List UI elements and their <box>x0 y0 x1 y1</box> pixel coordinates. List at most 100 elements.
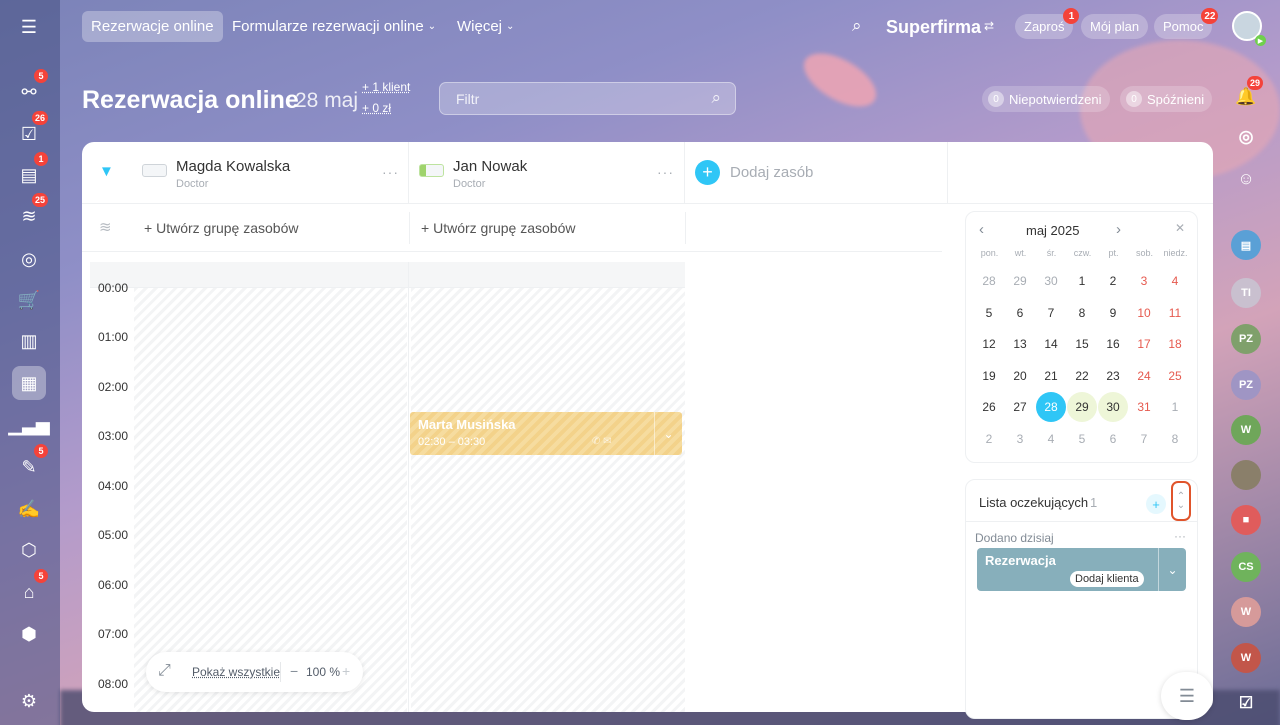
calendar-day[interactable]: 7 <box>1129 424 1159 454</box>
booking-card[interactable]: Marta Musińska 02:30 – 03:30 ⌄ ✆ ✉ <box>410 412 682 455</box>
show-all-button[interactable]: Pokaż wszystkie <box>192 665 280 679</box>
calendar-day[interactable]: 29 <box>1067 392 1097 422</box>
chevron-down-icon[interactable]: ⌄ <box>1158 548 1186 591</box>
cart-icon[interactable]: 🛒 <box>12 283 46 317</box>
avatar-photo[interactable] <box>1231 460 1261 490</box>
create-group-button[interactable]: + Utwórz grupę zasobów <box>144 220 298 236</box>
invite-button[interactable]: Zaproś 1 <box>1015 8 1080 39</box>
calendar-day[interactable]: 23 <box>1098 361 1128 391</box>
chat-group-icon[interactable]: ▤ <box>1231 230 1261 260</box>
avatar-pz[interactable]: PZ <box>1231 324 1261 354</box>
calendar-day[interactable]: 31 <box>1129 392 1159 422</box>
list-icon[interactable]: ☰ <box>1161 672 1213 720</box>
calendar-day[interactable]: 28 <box>1036 392 1066 422</box>
calendar-day[interactable]: 24 <box>1129 361 1159 391</box>
avatar-ti[interactable]: TI <box>1231 278 1261 308</box>
more-icon[interactable]: ··· <box>657 164 674 180</box>
calendar-day[interactable]: 22 <box>1067 361 1097 391</box>
crm-icon[interactable]: ⚯ 5 <box>12 69 48 109</box>
calendar-day[interactable]: 8 <box>1160 424 1190 454</box>
expand-icon[interactable]: ⤢ <box>158 662 171 680</box>
calendar-day[interactable]: 6 <box>1098 424 1128 454</box>
box-icon[interactable]: ⬢ <box>12 617 46 651</box>
avatar-w[interactable]: W <box>1231 415 1261 445</box>
tasks-icon[interactable]: ☑ 26 <box>12 111 48 151</box>
my-plan-button[interactable]: Mój plan <box>1081 14 1149 39</box>
calendar-day[interactable]: 16 <box>1098 329 1128 359</box>
calendar-day[interactable]: 11 <box>1160 298 1190 328</box>
inbox-icon[interactable]: ⌂ 5 <box>12 569 48 609</box>
calendar-day[interactable]: 20 <box>1005 361 1035 391</box>
avatar-pz-2[interactable]: PZ <box>1231 370 1261 400</box>
bell-icon[interactable]: 🔔 29 <box>1231 76 1263 112</box>
calendar-day[interactable]: 26 <box>974 392 1004 422</box>
calendar-day[interactable]: 4 <box>1036 424 1066 454</box>
search-icon[interactable]: ⌕ <box>711 88 721 108</box>
calendar-day[interactable]: 13 <box>1005 329 1035 359</box>
company-name[interactable]: Superfirma <box>886 17 981 38</box>
more-icon[interactable]: ··· <box>382 164 399 180</box>
calendar-day[interactable]: 10 <box>1129 298 1159 328</box>
target-icon[interactable]: ◎ <box>12 242 46 276</box>
collapse-icon[interactable]: ✕ <box>1175 221 1185 235</box>
feed-icon[interactable]: ≋ 25 <box>12 193 48 233</box>
money-stat[interactable]: + 0 zł <box>362 101 391 115</box>
add-to-waitlist-button[interactable]: + <box>1146 494 1166 514</box>
add-client-button[interactable]: Dodaj klienta <box>1070 571 1144 587</box>
clients-stat[interactable]: + 1 klient <box>362 80 410 94</box>
unavailable-area[interactable] <box>411 288 685 712</box>
add-resource-column[interactable]: + Dodaj zasób <box>685 142 948 204</box>
collapse-waitlist-button[interactable]: ⌃ ⌄ <box>1171 481 1191 521</box>
calendar-day[interactable]: 19 <box>974 361 1004 391</box>
create-group-button[interactable]: + Utwórz grupę zasobów <box>421 220 575 236</box>
chevron-down-icon[interactable]: ⌄ <box>654 412 682 455</box>
chat-icon[interactable]: ☺ <box>1231 164 1261 194</box>
calendar-day[interactable]: 1 <box>1160 392 1190 422</box>
calendar-day[interactable]: 18 <box>1160 329 1190 359</box>
waitlist-item[interactable]: Rezerwacja Dodaj klienta ⌄ <box>977 548 1186 591</box>
calendar-day[interactable]: 25 <box>1160 361 1190 391</box>
more-icon[interactable]: ··· <box>1174 529 1186 543</box>
tab-booking-forms[interactable]: Formularze rezerwacji online ⌄ <box>223 11 445 42</box>
search-icon[interactable]: ⌕ <box>852 16 862 36</box>
calendar-day[interactable]: 7 <box>1036 298 1066 328</box>
chevron-right-icon[interactable]: › <box>1116 221 1121 238</box>
calendar-day[interactable]: 5 <box>974 298 1004 328</box>
unavailable-area[interactable] <box>134 288 407 712</box>
calendar-day[interactable]: 8 <box>1067 298 1097 328</box>
calendar-day[interactable]: 5 <box>1067 424 1097 454</box>
sign-icon[interactable]: ✍ <box>12 492 46 526</box>
calendar-day[interactable]: 30 <box>1036 266 1066 296</box>
calendar-day[interactable]: 27 <box>1005 392 1035 422</box>
avatar-w-3[interactable]: W <box>1231 643 1261 673</box>
menu-icon[interactable]: ☰ <box>12 10 46 44</box>
calendar-day[interactable]: 30 <box>1098 392 1128 422</box>
tab-more[interactable]: Więcej ⌄ <box>448 11 523 42</box>
calendar-day[interactable]: 4 <box>1160 266 1190 296</box>
help-button[interactable]: Pomoc 22 <box>1154 8 1219 39</box>
store-icon[interactable]: ▥ <box>12 324 46 358</box>
video-icon[interactable]: ■ <box>1231 505 1261 535</box>
booking-icon[interactable]: ▦ <box>12 366 46 400</box>
zoom-in-button[interactable]: + <box>342 663 350 679</box>
settings-icon[interactable]: ⚙ <box>12 684 46 718</box>
calendar-day[interactable]: 14 <box>1036 329 1066 359</box>
calendar-day[interactable]: 15 <box>1067 329 1097 359</box>
calendar-day[interactable]: 28 <box>974 266 1004 296</box>
calendar-day[interactable]: 1 <box>1067 266 1097 296</box>
add-resource-label[interactable]: Dodaj zasób <box>730 164 813 181</box>
calendar-day[interactable]: 12 <box>974 329 1004 359</box>
calendar-day[interactable]: 2 <box>1098 266 1128 296</box>
calendar-day[interactable]: 21 <box>1036 361 1066 391</box>
plus-icon[interactable]: + <box>695 160 720 185</box>
funnel-icon[interactable]: ▼ <box>99 163 114 180</box>
analytics-icon[interactable]: ▁▃▅ <box>8 408 50 442</box>
calendar-day[interactable]: 9 <box>1098 298 1128 328</box>
calendar-day[interactable]: 2 <box>974 424 1004 454</box>
chevron-left-icon[interactable]: ‹ <box>979 221 984 238</box>
calendar-day[interactable]: 3 <box>1129 266 1159 296</box>
unconfirmed-filter[interactable]: 0 Niepotwierdzeni <box>982 86 1110 112</box>
filter-input[interactable]: Filtr ⌕ <box>439 82 736 115</box>
hexagon-icon[interactable]: ⬡ <box>12 533 46 567</box>
avatar-w-2[interactable]: W <box>1231 597 1261 627</box>
